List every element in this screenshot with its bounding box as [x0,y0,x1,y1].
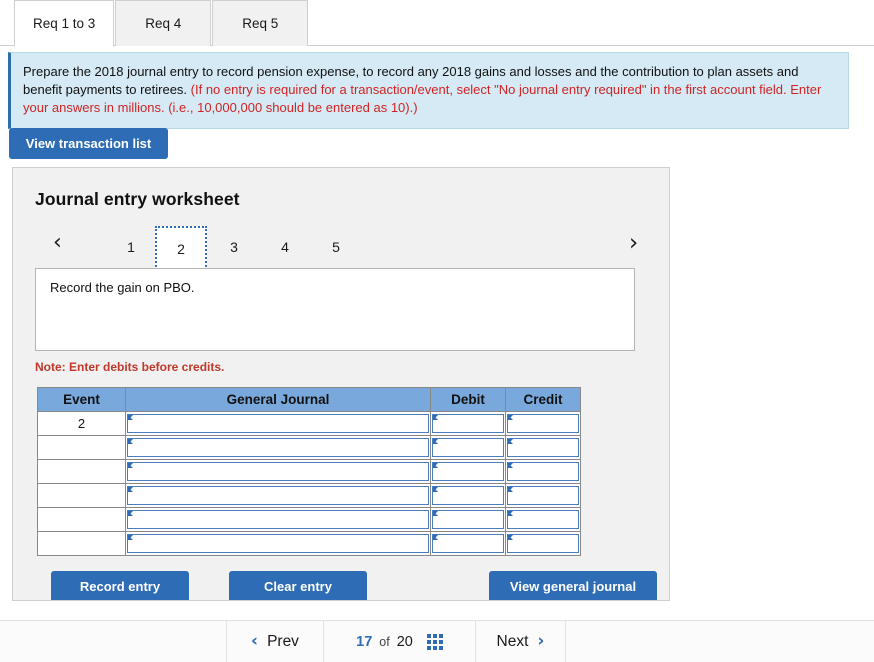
table-row: 2 [37,411,581,436]
debit-cell[interactable] [430,435,506,460]
event-cell [37,531,126,556]
credit-cell[interactable] [505,483,581,508]
clear-entry-button[interactable]: Clear entry [229,571,367,600]
tab-label: Req 5 [242,16,279,31]
table-row [37,507,581,532]
next-question-button[interactable]: Next › [476,621,566,662]
event-cell [37,483,126,508]
worksheet-page-3[interactable]: 3 [208,226,260,268]
general-journal-cell[interactable] [125,411,431,436]
tab-req-4[interactable]: Req 4 [115,0,212,46]
instruction-panel: Prepare the 2018 journal entry to record… [8,52,849,129]
debit-cell[interactable] [430,507,506,532]
tab-req-5[interactable]: Req 5 [212,0,309,46]
debit-cell[interactable] [430,411,506,436]
general-journal-input[interactable] [127,510,429,529]
worksheet-prev-icon[interactable]: ‹ [53,232,62,254]
prev-label: Prev [267,632,299,650]
credit-cell[interactable] [505,411,581,436]
prev-question-button[interactable]: ‹ Prev [226,621,324,662]
table-row [37,483,581,508]
worksheet-description-text: Record the gain on PBO. [50,280,195,295]
debit-cell[interactable] [430,459,506,484]
question-counter: 17 of 20 [324,621,476,662]
view-transaction-list-button[interactable]: View transaction list [9,128,168,159]
current-question-number: 17 [356,633,373,650]
event-cell [37,459,126,484]
view-general-journal-button[interactable]: View general journal [489,571,657,600]
grid-icon[interactable] [426,633,443,650]
credit-input[interactable] [507,438,579,457]
credit-cell[interactable] [505,507,581,532]
debit-input[interactable] [432,510,504,529]
credit-input[interactable] [507,510,579,529]
credit-input[interactable] [507,414,579,433]
general-journal-input[interactable] [127,534,429,553]
chevron-right-icon: › [537,631,545,651]
worksheet-next-icon[interactable]: › [629,232,638,255]
event-cell: 2 [37,411,126,436]
next-label: Next [496,632,529,650]
worksheet-action-bar: Record entry Clear entry View general jo… [37,571,657,600]
journal-entry-table: Event General Journal Debit Credit 2 [37,387,581,556]
credit-input[interactable] [507,534,579,553]
credit-input[interactable] [507,462,579,481]
column-header-debit: Debit [430,387,506,412]
journal-table-body: 2 [37,411,581,556]
bottom-navigation-bar: ‹ Prev 17 of 20 Next › [0,620,874,662]
table-header-row: Event General Journal Debit Credit [37,387,581,412]
column-header-general-journal: General Journal [125,387,431,412]
credit-cell[interactable] [505,435,581,460]
table-row [37,459,581,484]
debit-input[interactable] [432,534,504,553]
debit-cell[interactable] [430,483,506,508]
general-journal-cell[interactable] [125,507,431,532]
general-journal-input[interactable] [127,486,429,505]
record-entry-button[interactable]: Record entry [51,571,189,600]
worksheet-page-2[interactable]: 2 [155,226,207,270]
requirement-tabstrip: Req 1 to 3 Req 4 Req 5 [0,0,874,47]
worksheet-page-4[interactable]: 4 [259,226,311,268]
debit-cell[interactable] [430,531,506,556]
general-journal-cell[interactable] [125,459,431,484]
worksheet-title: Journal entry worksheet [35,189,240,209]
journal-table-wrapper: Event General Journal Debit Credit 2 [37,387,581,556]
general-journal-input[interactable] [127,414,429,433]
general-journal-input[interactable] [127,462,429,481]
general-journal-cell[interactable] [125,531,431,556]
debit-input[interactable] [432,438,504,457]
column-header-credit: Credit [505,387,581,412]
credit-cell[interactable] [505,459,581,484]
journal-entry-worksheet-panel: Journal entry worksheet ‹ 1 2 3 4 5 › Re… [12,167,670,601]
worksheet-pager: ‹ 1 2 3 4 5 › [31,226,653,270]
credit-input[interactable] [507,486,579,505]
tab-label: Req 4 [145,16,182,31]
total-questions: 20 [396,633,413,650]
table-row [37,435,581,460]
chevron-left-icon: ‹ [251,631,259,651]
tab-req-1-to-3[interactable]: Req 1 to 3 [14,0,115,47]
general-journal-cell[interactable] [125,483,431,508]
credit-cell[interactable] [505,531,581,556]
worksheet-page-5[interactable]: 5 [310,226,362,268]
event-cell [37,507,126,532]
event-cell [37,435,126,460]
debits-before-credits-note: Note: Enter debits before credits. [35,360,225,374]
column-header-event: Event [37,387,126,412]
general-journal-input[interactable] [127,438,429,457]
tab-label: Req 1 to 3 [33,16,96,31]
table-row [37,531,581,556]
of-label: of [379,634,390,649]
worksheet-description: Record the gain on PBO. [35,268,635,351]
debit-input[interactable] [432,486,504,505]
general-journal-cell[interactable] [125,435,431,460]
debit-input[interactable] [432,414,504,433]
worksheet-page-1[interactable]: 1 [105,226,157,268]
page-root: Req 1 to 3 Req 4 Req 5 Prepare the 2018 … [0,0,874,662]
debit-input[interactable] [432,462,504,481]
